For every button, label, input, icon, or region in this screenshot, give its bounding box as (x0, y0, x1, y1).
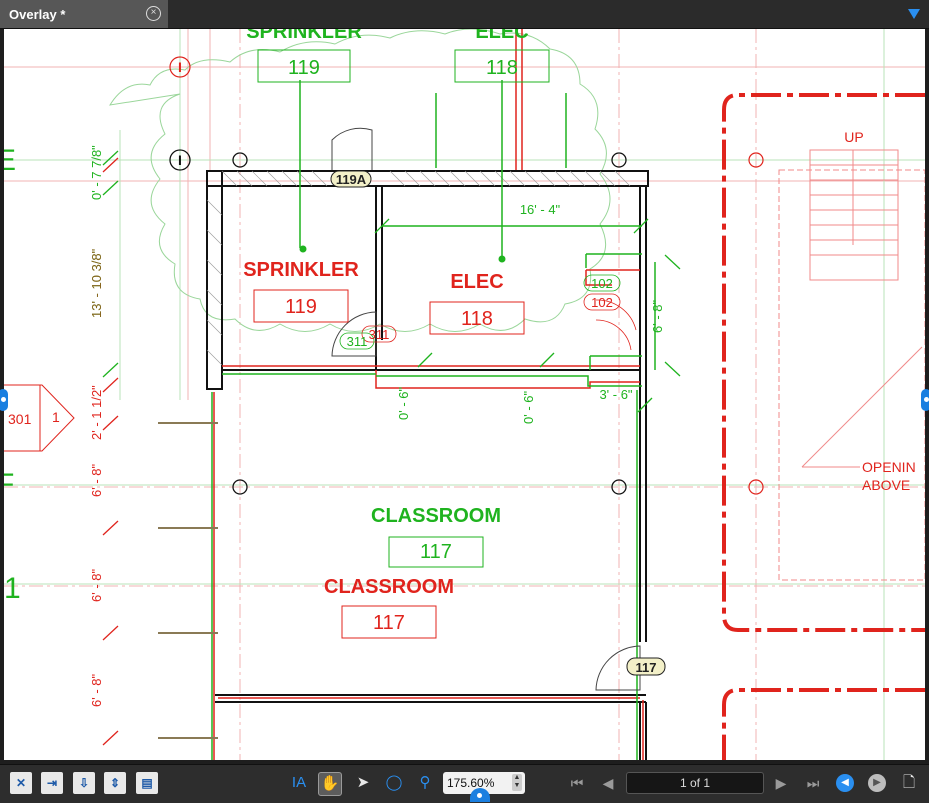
green-room-name-elec: ELEC (475, 29, 528, 43)
dim-3-6: 3' - 6" (599, 387, 632, 402)
grid-bubble-letter-2: I (178, 152, 182, 168)
green-room-number-118: 118 (486, 57, 518, 79)
fit-height-icon[interactable]: ⇕ (104, 772, 126, 794)
red-room-number-119: 119 (285, 296, 317, 318)
door-tag-119a: 119A (336, 172, 367, 187)
section-number: 301 (8, 411, 32, 427)
door-tag-117: 117 (636, 660, 657, 675)
new-document-icon[interactable]: 🗋 (898, 772, 920, 794)
floor-plan-overlay: SPRINKLER ELEC 119 118 SPRINKLER 119 ELE… (4, 29, 925, 760)
next-page-icon[interactable]: ▶ (770, 772, 792, 794)
dim-0-6-b: 0' - 6" (521, 391, 536, 424)
dim-13-10-3-8-red: 13' - 10 3/8" (89, 248, 104, 318)
opening-label-line1: OPENIN (862, 459, 916, 475)
text-select-icon[interactable]: IA (288, 772, 310, 794)
drawing-canvas[interactable]: SPRINKLER ELEC 119 118 SPRINKLER 119 ELE… (4, 29, 925, 760)
pan-hand-icon[interactable]: ✋ (318, 772, 342, 796)
red-room-name-classroom: CLASSROOM (324, 576, 454, 598)
tab-title: Overlay * (9, 7, 66, 22)
right-splitter-handle[interactable] (921, 389, 929, 411)
page-number-field[interactable]: 1 of 1 (626, 772, 764, 794)
first-page-icon[interactable]: ⏮ (566, 772, 588, 794)
zoom-stepper-icon[interactable]: ▲ ▼ (512, 774, 522, 791)
dim-0-6-a: 0' - 6" (396, 387, 411, 420)
door-tag-311-red: 311 (369, 327, 390, 342)
previous-view-icon[interactable]: ◀ (836, 774, 854, 792)
continuous-scroll-icon[interactable]: ▤ (136, 772, 158, 794)
grid-label-e: E (4, 144, 16, 177)
dim-0-7-7-8: 0' - 7 7/8" (89, 145, 104, 200)
door-tag-311-green: 311 (347, 334, 368, 349)
opening-label-line2: ABOVE (862, 477, 910, 493)
left-splitter-handle[interactable] (0, 389, 8, 411)
door-tag-102-red: 102 (591, 295, 613, 310)
bottom-splitter-handle[interactable] (470, 788, 490, 802)
red-room-name-elec: ELEC (450, 271, 503, 293)
zoom-magnifier-icon[interactable]: ⚲ (414, 772, 436, 794)
door-tag-102-green: 102 (591, 276, 613, 291)
previous-page-icon[interactable]: ◀ (597, 772, 619, 794)
close-icon[interactable]: × (146, 6, 161, 21)
green-room-number-119: 119 (288, 57, 320, 79)
bottom-toolbar: ✕ ⇥ ⇩ ⇕ ▤ IA ✋ ➤ ◯ ⚲ 175.60% ▲ ▼ ⏮ ◀ 1 of… (0, 764, 929, 803)
next-view-icon[interactable]: ▶ (868, 774, 886, 792)
dim-6-8-b: 6' - 8" (89, 569, 104, 602)
dim-6-8-a: 6' - 8" (89, 464, 104, 497)
close-overlay-icon[interactable]: ✕ (10, 772, 32, 794)
grid-label-1: 1 (4, 572, 21, 605)
grid-label-f: F (4, 468, 14, 501)
fit-page-icon[interactable]: ⇥ (41, 772, 63, 794)
green-room-name-classroom: CLASSROOM (371, 505, 501, 527)
green-room-name-sprinkler: SPRINKLER (246, 29, 362, 43)
red-room-number-117: 117 (373, 612, 405, 634)
last-page-icon[interactable]: ⏭ (802, 772, 824, 794)
fit-width-icon[interactable]: ⇩ (73, 772, 95, 794)
grid-bubble-letter: I (178, 59, 182, 75)
stair-up-label: UP (844, 129, 863, 145)
red-room-name-sprinkler: SPRINKLER (243, 259, 359, 281)
page-indicator: 1 of 1 (679, 776, 711, 790)
tab-overlay[interactable]: Overlay * × (0, 0, 168, 28)
dim-6-8-c: 6' - 8" (89, 674, 104, 707)
zoom-value: 175.60% (447, 776, 495, 790)
green-room-number-117: 117 (420, 541, 452, 563)
red-room-number-118: 118 (461, 308, 493, 330)
select-arrow-icon[interactable]: ➤ (352, 772, 374, 794)
section-sheet: 1 (52, 409, 60, 425)
dim-2-1-1-2: 2' - 1 1/2" (89, 385, 104, 440)
dim-16-4: 16' - 4" (520, 202, 561, 217)
tab-bar: Overlay * × (0, 0, 929, 29)
dropdown-arrow-icon[interactable] (908, 9, 920, 19)
lasso-icon[interactable]: ◯ (383, 772, 405, 794)
dim-6-8-right: 6' - 8" (650, 300, 665, 333)
